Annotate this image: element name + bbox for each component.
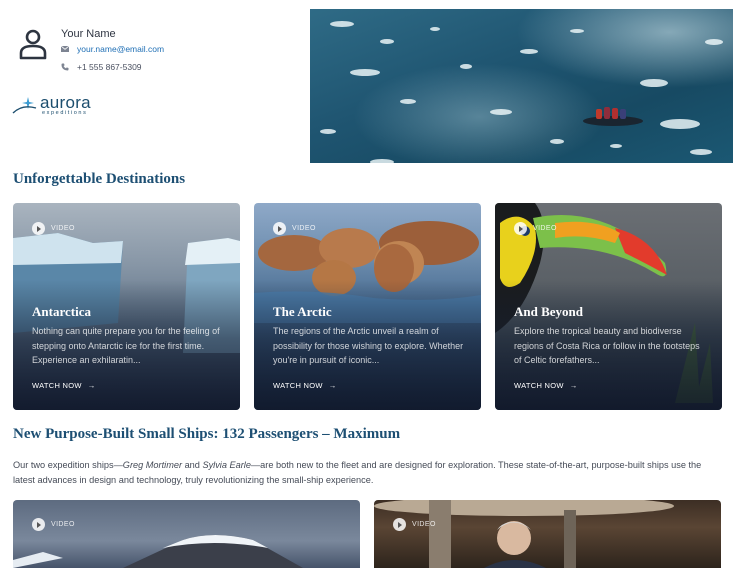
user-icon [19,29,47,60]
watch-now-link[interactable]: WATCH NOW → [32,381,96,390]
play-icon [514,222,527,235]
card-title: And Beyond [514,304,583,319]
video-badge: VIDEO [32,222,75,235]
arrow-right-icon: → [328,381,337,390]
video-label: VIDEO [533,225,557,232]
play-icon [32,222,45,235]
arrow-right-icon: → [569,381,578,390]
email-row[interactable]: your.name@email.com [61,44,164,54]
card-description: Explore the tropical beauty and biodiver… [514,326,700,365]
zodiac-boat [583,107,643,126]
phone-icon [61,63,69,71]
play-icon [273,222,286,235]
video-label: VIDEO [51,225,75,232]
ship-interior-illustration [374,500,674,568]
video-label: VIDEO [51,521,75,528]
ship-name: Greg Mortimer [122,460,183,470]
ship-video-card-2[interactable]: VIDEO [374,500,721,568]
destination-card-arctic[interactable]: VIDEO The Arctic The regions of the Arct… [254,203,481,410]
watch-now-label: WATCH NOW [32,381,82,390]
watch-now-label: WATCH NOW [273,381,323,390]
card-description: The regions of the Arctic unveil a realm… [273,326,464,365]
ships-paragraph: Our two expedition ships—Greg Mortimer a… [13,458,723,488]
contact-name: Your Name [61,28,116,40]
ship-name: Sylvia Earle [202,460,251,470]
arrow-right-icon: → [87,381,96,390]
mountain-illustration [13,535,303,568]
ships-and: and [182,460,203,470]
ships-intro: Our two expedition ships— [13,460,123,470]
card-title: Antarctica [32,304,91,319]
contact-block: Your Name your.name@email.com +1 555 867… [14,22,294,92]
video-label: VIDEO [292,225,316,232]
envelope-icon [61,46,69,52]
video-badge: VIDEO [273,222,316,235]
play-icon [32,518,45,531]
aurora-star-icon [12,97,37,114]
play-icon [393,518,406,531]
ship-video-card-1[interactable]: VIDEO [13,500,360,568]
destination-card-antarctica[interactable]: VIDEO Antarctica Nothing can quite prepa… [13,203,240,410]
ships-heading: New Purpose-Built Small Ships: 132 Passe… [13,426,401,442]
destination-card-beyond[interactable]: VIDEO And Beyond Explore the tropical be… [495,203,722,410]
video-badge: VIDEO [393,518,436,531]
aurora-logo[interactable]: aurora expeditions [12,93,112,121]
watch-now-link[interactable]: WATCH NOW → [273,381,337,390]
watch-now-label: WATCH NOW [514,381,564,390]
hero-image [310,9,733,163]
contact-email[interactable]: your.name@email.com [77,44,164,54]
card-title: The Arctic [273,304,332,319]
card-description: Nothing can quite prepare you for the fe… [32,326,220,365]
watch-now-link[interactable]: WATCH NOW → [514,381,578,390]
logo-subtitle: expeditions [42,110,88,116]
video-badge: VIDEO [32,518,75,531]
contact-phone: +1 555 867-5309 [77,62,142,72]
video-badge: VIDEO [514,222,557,235]
phone-row: +1 555 867-5309 [61,62,142,72]
destinations-heading: Unforgettable Destinations [13,171,186,187]
video-label: VIDEO [412,521,436,528]
